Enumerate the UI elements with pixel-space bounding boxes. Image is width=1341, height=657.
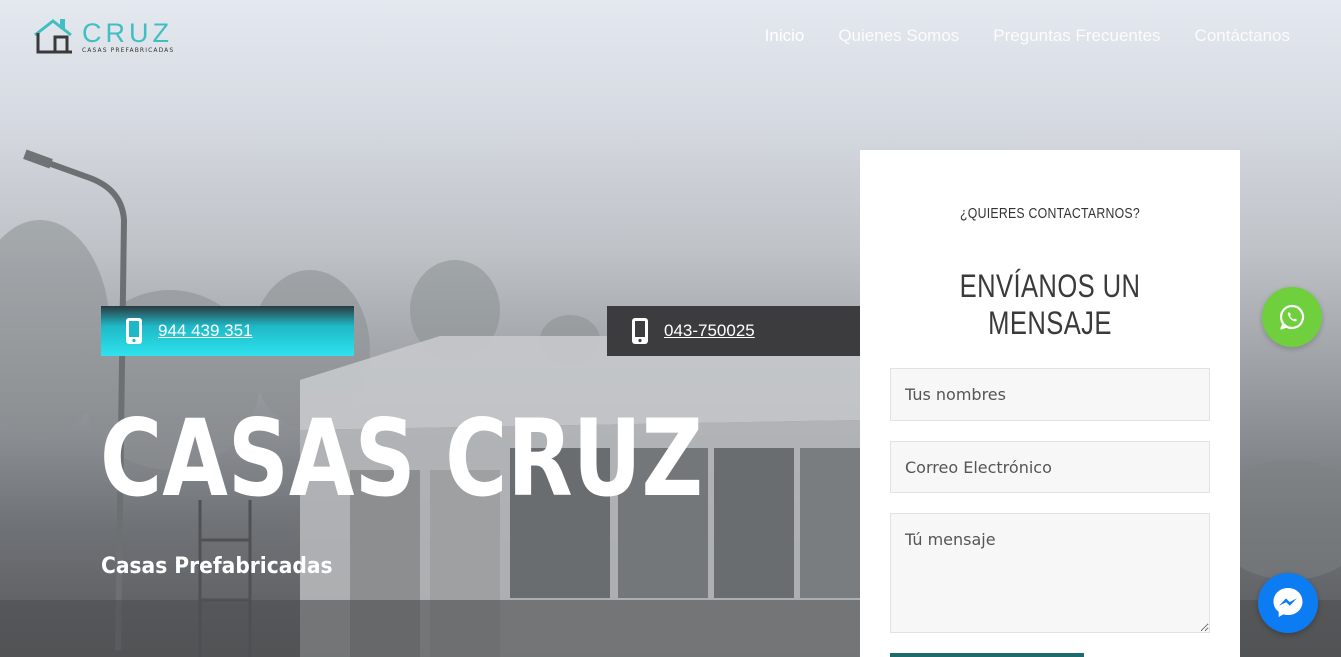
email-input[interactable] bbox=[890, 441, 1210, 493]
nav-link-contactanos[interactable]: Contáctanos bbox=[1195, 26, 1290, 46]
contact-form-card: ¿QUIERES CONTACTARNOS? ENVÍANOS UN MENSA… bbox=[860, 150, 1240, 657]
house-logo-icon bbox=[34, 19, 72, 54]
brand-name: CRUZ bbox=[82, 18, 173, 48]
name-input[interactable] bbox=[890, 368, 1210, 421]
phone-button-mobile[interactable]: 944 439 351 bbox=[101, 306, 354, 356]
hero-subtitle: Casas Prefabricadas bbox=[101, 554, 333, 579]
whatsapp-icon bbox=[1279, 304, 1305, 330]
brand-logo[interactable]: CRUZ CASAS PREFABRICADAS bbox=[33, 17, 175, 57]
whatsapp-button[interactable] bbox=[1262, 287, 1322, 347]
form-title: ENVÍANOS UN MENSAJE bbox=[959, 268, 1141, 341]
messenger-icon bbox=[1273, 588, 1303, 617]
hero-title: CASAS CRUZ bbox=[100, 397, 704, 520]
form-kicker: ¿QUIERES CONTACTARNOS? bbox=[960, 205, 1140, 222]
nav-link-quienes-somos[interactable]: Quienes Somos bbox=[838, 26, 959, 46]
brand-tagline: CASAS PREFABRICADAS bbox=[82, 47, 175, 54]
phone-button-landline[interactable]: 043-750025 bbox=[607, 306, 860, 356]
nav-link-inicio[interactable]: Inicio bbox=[765, 26, 805, 46]
messenger-button[interactable] bbox=[1258, 573, 1318, 633]
nav-link-preguntas-frecuentes[interactable]: Preguntas Frecuentes bbox=[993, 26, 1160, 46]
phone-number: 944 439 351 bbox=[158, 321, 253, 340]
mobile-phone-icon bbox=[126, 318, 142, 344]
main-navigation: Inicio Quienes Somos Preguntas Frecuente… bbox=[765, 26, 1290, 46]
phone-number: 043-750025 bbox=[664, 321, 755, 340]
message-textarea[interactable] bbox=[890, 513, 1210, 633]
mobile-phone-icon bbox=[632, 318, 648, 344]
submit-button[interactable] bbox=[890, 653, 1084, 657]
